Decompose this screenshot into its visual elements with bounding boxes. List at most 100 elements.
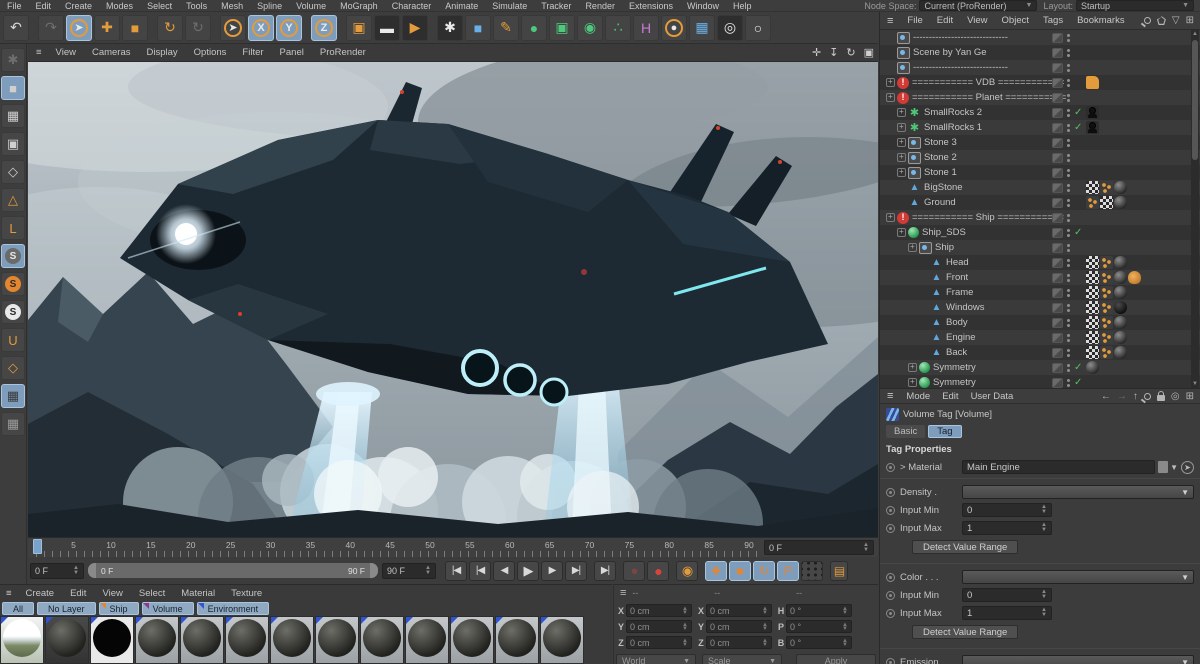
visibility-dots-icon[interactable] [1067, 108, 1071, 118]
prev-frame-button[interactable]: ◀ [493, 560, 515, 581]
keyframe-scale-button[interactable]: ■ [729, 560, 751, 581]
coordinate-mode-dropdown[interactable]: Scale ▼ [702, 654, 782, 664]
material-menu-texture[interactable]: Texture [223, 588, 270, 599]
tree-row-ship[interactable]: Ship [880, 240, 1200, 255]
tree-row-smallrocks-2[interactable]: ✱ SmallRocks 2 ✓ [880, 105, 1200, 120]
edit-toggle-icon[interactable] [1052, 317, 1063, 328]
render-to-picture-viewer-icon[interactable]: ▶ [402, 14, 428, 41]
attribute-manager-menu-user-data[interactable]: User Data [965, 391, 1020, 402]
visibility-dots-icon[interactable] [1067, 348, 1071, 358]
dots-tag-icon[interactable] [1100, 271, 1113, 284]
person-tag-icon[interactable] [1086, 106, 1099, 119]
gradient-dropdown[interactable]: ▼ [962, 485, 1194, 499]
material-thumbnail[interactable] [495, 616, 539, 664]
material-menu-view[interactable]: View [94, 588, 130, 599]
visibility-dots-icon[interactable] [1067, 303, 1071, 313]
layer-tab-all[interactable]: All [2, 602, 35, 615]
material-menu-material[interactable]: Material [173, 588, 223, 599]
stepper-icon[interactable]: ▲ ▼ [842, 638, 848, 648]
chevron-down-icon[interactable]: ▼ [1170, 463, 1178, 472]
floor-object-icon[interactable]: ▦ [689, 14, 715, 41]
edit-toggle-icon[interactable] [1052, 62, 1063, 73]
attribute-manager-menu-mode[interactable]: Mode [900, 391, 936, 402]
toggle-view-icon[interactable]: ▣ [860, 46, 878, 59]
target-icon[interactable]: ◎ [1168, 391, 1183, 402]
scale-value-field[interactable]: 0 cm ▲ ▼ [706, 620, 772, 633]
next-frame-button[interactable]: ▶ [541, 560, 563, 581]
current-frame-field[interactable]: 0 F ▲ ▼ [764, 540, 874, 555]
expand-icon[interactable] [886, 92, 895, 102]
viewport-menu-panel[interactable]: Panel [272, 47, 312, 58]
visibility-dots-icon[interactable] [1067, 213, 1071, 223]
sphere-tag-icon[interactable] [1114, 346, 1127, 359]
snapping-white-icon[interactable]: S [1, 300, 25, 324]
tree-row-ground[interactable]: ▲ Ground [880, 195, 1200, 210]
expand-icon[interactable] [908, 377, 917, 387]
lock-icon[interactable] [1154, 391, 1168, 401]
menu-extensions[interactable]: Extensions [622, 1, 680, 11]
menu-render[interactable]: Render [578, 1, 622, 11]
menu-help[interactable]: Help [726, 1, 759, 11]
viewport-canvas[interactable] [28, 62, 878, 537]
dots-tag-icon[interactable] [1100, 301, 1113, 314]
up-arrow-icon[interactable]: ↑ [1130, 391, 1141, 402]
material-thumbnail[interactable] [405, 616, 449, 664]
next-key-button[interactable]: ▶| [565, 560, 587, 581]
stepper-icon[interactable]: ▲ ▼ [842, 622, 848, 632]
layer-tab-environment[interactable]: Environment [196, 602, 270, 615]
undo-icon[interactable]: ↶ [3, 14, 29, 41]
menu-modes[interactable]: Modes [99, 1, 140, 11]
sphere-tag-icon[interactable] [1114, 271, 1127, 284]
stepper-icon[interactable]: ▲ ▼ [1041, 589, 1047, 600]
end-frame-field[interactable]: 90 F ▲ ▼ [382, 562, 436, 579]
tree-row-engine[interactable]: ▲ Engine [880, 330, 1200, 345]
rotate-tool-icon[interactable]: ↻ [157, 14, 183, 41]
visibility-dots-icon[interactable] [1067, 93, 1071, 103]
scroll-down-icon[interactable]: ▼ [1192, 381, 1198, 387]
workplane-icon[interactable]: ◇ [1, 356, 25, 380]
lock-y-axis-icon[interactable]: Y [276, 14, 302, 41]
edit-toggle-icon[interactable] [1052, 77, 1063, 88]
expand-icon[interactable] [897, 107, 906, 117]
detect-value-range-button[interactable]: Detect Value Range [912, 540, 1019, 554]
position-value-field[interactable]: 0 cm ▲ ▼ [626, 620, 692, 633]
expand-icon[interactable] [897, 122, 906, 132]
stepper-icon[interactable]: ▲ ▼ [682, 638, 688, 648]
expand-icon[interactable] [897, 152, 906, 162]
material-box-icon[interactable] [1158, 461, 1169, 473]
object-manager-menu-file[interactable]: File [900, 15, 929, 26]
sphere-tag-icon[interactable] [1114, 256, 1127, 269]
visibility-dots-icon[interactable] [1067, 273, 1071, 283]
enable-axis-mode-icon[interactable]: L [1, 216, 25, 240]
checker-tag-icon[interactable] [1086, 286, 1099, 299]
material-thumbnail[interactable] [0, 616, 44, 664]
add-panel-icon[interactable]: ⊞ [1183, 391, 1200, 402]
range-end-handle[interactable] [370, 563, 378, 578]
play-button[interactable]: ▶ [517, 560, 539, 581]
coordinate-system-icon[interactable]: ▣ [346, 14, 372, 41]
menu-tools[interactable]: Tools [179, 1, 214, 11]
material-thumbnail[interactable] [315, 616, 359, 664]
stepper-icon[interactable]: ▲ ▼ [682, 622, 688, 632]
material-thumbnail[interactable] [270, 616, 314, 664]
animation-dot-icon[interactable] [886, 608, 895, 618]
visibility-dots-icon[interactable] [1067, 48, 1071, 58]
animation-dot-icon[interactable] [886, 462, 895, 472]
stepper-icon[interactable]: ▲ ▼ [762, 638, 768, 648]
scale-tool-icon[interactable]: ■ [122, 14, 148, 41]
material-thumbnail[interactable] [360, 616, 404, 664]
object-manager-menu-view[interactable]: View [960, 15, 994, 26]
make-editable-icon[interactable]: ✱ [1, 48, 25, 72]
checker-tag-icon[interactable] [1100, 196, 1113, 209]
tree-row-planet[interactable]: =========== Planet =========== [880, 90, 1200, 105]
visibility-dots-icon[interactable] [1067, 228, 1071, 238]
menu-edit[interactable]: Edit [29, 1, 59, 11]
animation-dot-icon[interactable] [886, 572, 895, 582]
tree-row-vdb[interactable]: =========== VDB ============ [880, 75, 1200, 90]
workplane-mode-icon[interactable]: ▣ [1, 132, 25, 156]
material-thumbnail[interactable] [540, 616, 584, 664]
viewport-menu-filter[interactable]: Filter [234, 47, 271, 58]
magnet-tool-icon[interactable]: U [1, 328, 25, 352]
record-off-button[interactable]: ● [623, 560, 645, 581]
stepper-icon[interactable]: ▲ ▼ [682, 606, 688, 616]
